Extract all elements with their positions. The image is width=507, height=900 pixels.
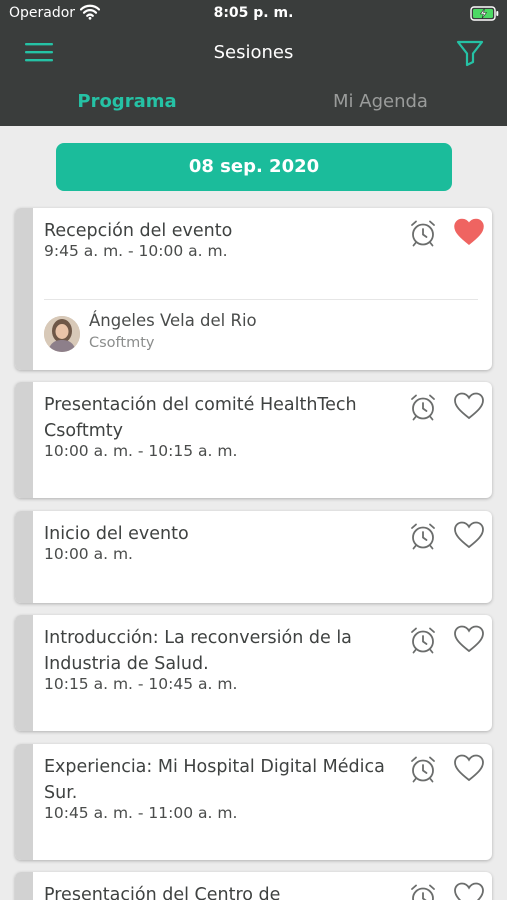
nav-bar: Sesiones: [0, 28, 507, 80]
battery-icon: [470, 6, 499, 21]
session-time: 10:45 a. m. - 11:00 a. m.: [44, 804, 238, 822]
session-time: 10:00 a. m. - 10:15 a. m.: [44, 442, 238, 460]
session-card[interactable]: Inicio del evento 10:00 a. m.: [15, 511, 492, 603]
clock: 8:05 p. m.: [213, 5, 294, 21]
tab-mi-agenda[interactable]: Mi Agenda: [254, 91, 507, 112]
card-stripe: [15, 511, 33, 603]
session-title: Inicio del evento: [44, 524, 189, 544]
alarm-clock-icon[interactable]: [409, 219, 437, 247]
session-time: 10:15 a. m. - 10:45 a. m.: [44, 675, 238, 693]
favorite-heart-icon[interactable]: [454, 625, 484, 653]
filter-icon[interactable]: [456, 39, 484, 67]
card-stripe: [15, 872, 33, 900]
session-title: Recepción del evento: [44, 221, 233, 241]
tab-bar: Programa Mi Agenda: [0, 80, 507, 126]
status-bar: Operador 8:05 p. m.: [0, 0, 507, 28]
session-card[interactable]: Presentación del Centro de: [15, 872, 492, 900]
card-stripe: [15, 615, 33, 731]
alarm-clock-icon[interactable]: [409, 755, 437, 783]
speaker-name: Ángeles Vela del Rio: [89, 311, 257, 330]
session-card[interactable]: Experiencia: Mi Hospital Digital Médica …: [15, 744, 492, 860]
session-card[interactable]: Introducción: La reconversión de la Indu…: [15, 615, 492, 731]
favorite-heart-icon[interactable]: [454, 754, 484, 782]
session-card[interactable]: Presentación del comité HealthTech Csoft…: [15, 382, 492, 498]
card-stripe: [15, 382, 33, 498]
card-stripe: [15, 208, 33, 370]
card-divider: [44, 299, 478, 300]
session-title: Presentación del comité HealthTech Csoft…: [44, 395, 357, 441]
card-stripe: [15, 744, 33, 860]
alarm-clock-icon[interactable]: [409, 522, 437, 550]
page-title: Sesiones: [213, 42, 294, 63]
alarm-clock-icon[interactable]: [409, 626, 437, 654]
speaker-avatar: [44, 316, 80, 352]
favorite-heart-icon[interactable]: [454, 521, 484, 549]
alarm-clock-icon[interactable]: [409, 393, 437, 421]
session-time: 10:00 a. m.: [44, 545, 133, 563]
favorite-heart-icon[interactable]: [454, 218, 484, 246]
alarm-clock-icon[interactable]: [409, 883, 437, 900]
session-time: 9:45 a. m. - 10:00 a. m.: [44, 242, 228, 260]
session-title: Presentación del Centro de: [44, 885, 281, 900]
session-title: Introducción: La reconversión de la Indu…: [44, 628, 352, 674]
favorite-heart-icon[interactable]: [454, 392, 484, 420]
session-title: Experiencia: Mi Hospital Digital Médica …: [44, 757, 385, 803]
favorite-heart-icon[interactable]: [454, 882, 484, 900]
date-selector-button[interactable]: 08 sep. 2020: [56, 143, 452, 191]
tab-programa[interactable]: Programa: [0, 91, 254, 112]
speaker-company: Csoftmty: [89, 335, 155, 351]
session-card[interactable]: Recepción del evento 9:45 a. m. - 10:00 …: [15, 208, 492, 370]
